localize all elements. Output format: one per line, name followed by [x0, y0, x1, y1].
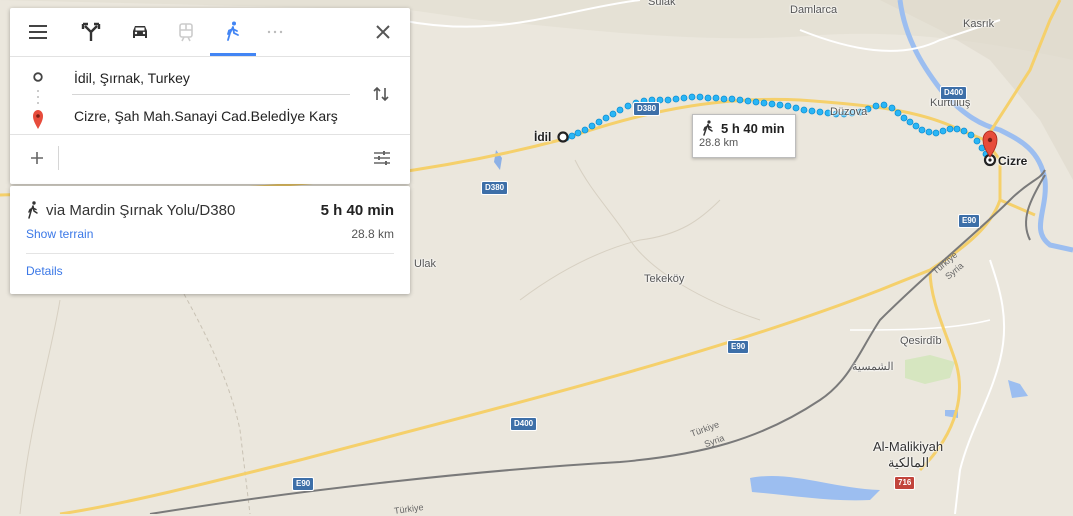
hamburger-menu-icon: [29, 25, 47, 39]
walk-icon: [703, 120, 713, 136]
directions-panel: İdil, Şırnak, Turkey Cizre, Şah Mah.Sana…: [10, 8, 410, 184]
route-connector-icon: [33, 72, 43, 129]
route-info-bubble[interactable]: 5 h 40 min 28.8 km: [692, 114, 796, 158]
origin-input[interactable]: İdil, Şırnak, Turkey: [74, 70, 350, 90]
add-row-divider: [58, 146, 59, 170]
route-options-icon[interactable]: [373, 150, 391, 166]
add-destination-row: [10, 135, 410, 184]
mode-transit-button[interactable]: [163, 8, 209, 56]
place-label-sulak: Sulak: [648, 0, 676, 8]
road-shield-e90-west: E90: [292, 477, 315, 491]
route-inputs: İdil, Şırnak, Turkey Cizre, Şah Mah.Sana…: [10, 57, 410, 135]
road-shield-d380-west: D380: [481, 181, 509, 195]
route-distance: 28.8 km: [351, 227, 394, 241]
details-link[interactable]: Details: [26, 264, 63, 278]
place-label-kasrik: Kasrık: [963, 18, 995, 30]
train-icon: [179, 23, 193, 42]
close-button[interactable]: [360, 8, 406, 56]
travel-mode-bar: [10, 8, 410, 57]
close-icon: [376, 25, 390, 39]
place-label-cizre[interactable]: Cizre: [998, 154, 1027, 168]
mode-driving-button[interactable]: [117, 8, 163, 56]
road-shield-e90: E90: [958, 214, 981, 228]
destination-input[interactable]: Cizre, Şah Mah.Sanayi Cad.Beledİye Karş: [74, 108, 350, 128]
result-divider: [26, 253, 394, 254]
bubble-duration: 5 h 40 min: [721, 121, 785, 136]
road-shield-d400-mid: D400: [510, 417, 538, 431]
add-icon[interactable]: [30, 151, 44, 165]
origin-marker[interactable]: [557, 131, 569, 143]
place-label-duzova: Düzova: [830, 106, 868, 118]
mode-best-route-button[interactable]: [68, 8, 114, 56]
place-label-damlarca: Damlarca: [790, 4, 838, 16]
place-label-malikiyah-arabic: المالكية: [888, 455, 930, 470]
walk-icon: [28, 201, 38, 219]
place-label-idil[interactable]: İdil: [534, 130, 551, 144]
road-shield-d400: D400: [940, 86, 968, 100]
origin-underline: [72, 94, 350, 95]
destination-marker[interactable]: [982, 130, 998, 167]
bubble-distance: 28.8 km: [699, 137, 739, 149]
route-via-label: via Mardin Şırnak Yolu/D380: [46, 202, 236, 219]
mode-walking-button[interactable]: [210, 8, 256, 56]
road-shield-716: 716: [894, 476, 916, 490]
route-duration: 5 h 40 min: [320, 202, 394, 219]
show-terrain-link[interactable]: Show terrain: [26, 227, 93, 241]
car-icon: [133, 26, 147, 38]
place-label-malikiyah: Al-Malikiyah: [873, 439, 944, 454]
place-label-ulak: Ulak: [414, 258, 437, 270]
more-modes-button[interactable]: [252, 8, 298, 56]
place-label-tekekoy: Tekeköy: [644, 273, 685, 285]
walk-icon: [227, 21, 239, 41]
place-label-shamsiya: الشمسية: [852, 361, 894, 373]
menu-button[interactable]: [15, 8, 61, 56]
swap-icon[interactable]: [372, 85, 390, 103]
route-result-card[interactable]: via Mardin Şırnak Yolu/D380 5 h 40 min S…: [10, 186, 410, 294]
place-label-qesirdib: Qesirdîb: [900, 335, 942, 347]
road-shield-d380: D380: [633, 102, 661, 116]
more-icon: [267, 30, 283, 34]
road-shield-e90-mid: E90: [727, 340, 750, 354]
directions-icon: [81, 22, 101, 41]
